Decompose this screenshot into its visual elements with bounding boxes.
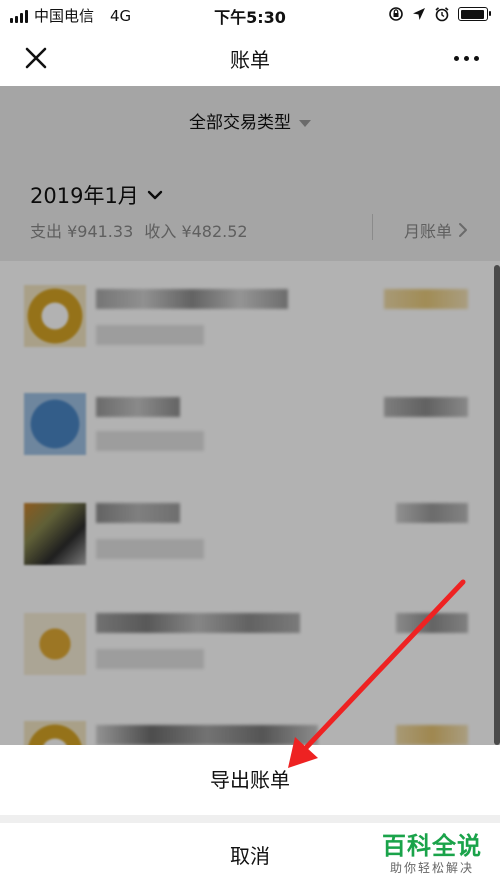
modal-overlay[interactable] <box>0 86 500 745</box>
status-bar: 中国电信 4G 下午5:30 <box>0 0 500 30</box>
nav-bar: 账单 <box>0 30 500 86</box>
watermark-title: 百科全说 <box>382 832 482 860</box>
watermark-logo: 百科全说 助你轻松解决 <box>372 826 492 876</box>
battery-fill <box>460 9 485 19</box>
export-bill-button[interactable]: 导出账单 <box>0 745 500 815</box>
watermark-subtitle: 助你轻松解决 <box>389 861 474 875</box>
alarm-icon <box>435 7 449 22</box>
location-icon <box>413 8 425 20</box>
battery-icon <box>458 7 491 21</box>
close-icon <box>25 47 47 69</box>
page-title: 账单 <box>230 48 270 72</box>
more-button[interactable] <box>446 40 486 76</box>
status-right <box>388 6 491 22</box>
more-dots-icon <box>453 55 459 61</box>
sheet-divider <box>0 815 500 823</box>
orientation-lock-icon <box>389 7 403 21</box>
close-button[interactable] <box>18 40 54 76</box>
